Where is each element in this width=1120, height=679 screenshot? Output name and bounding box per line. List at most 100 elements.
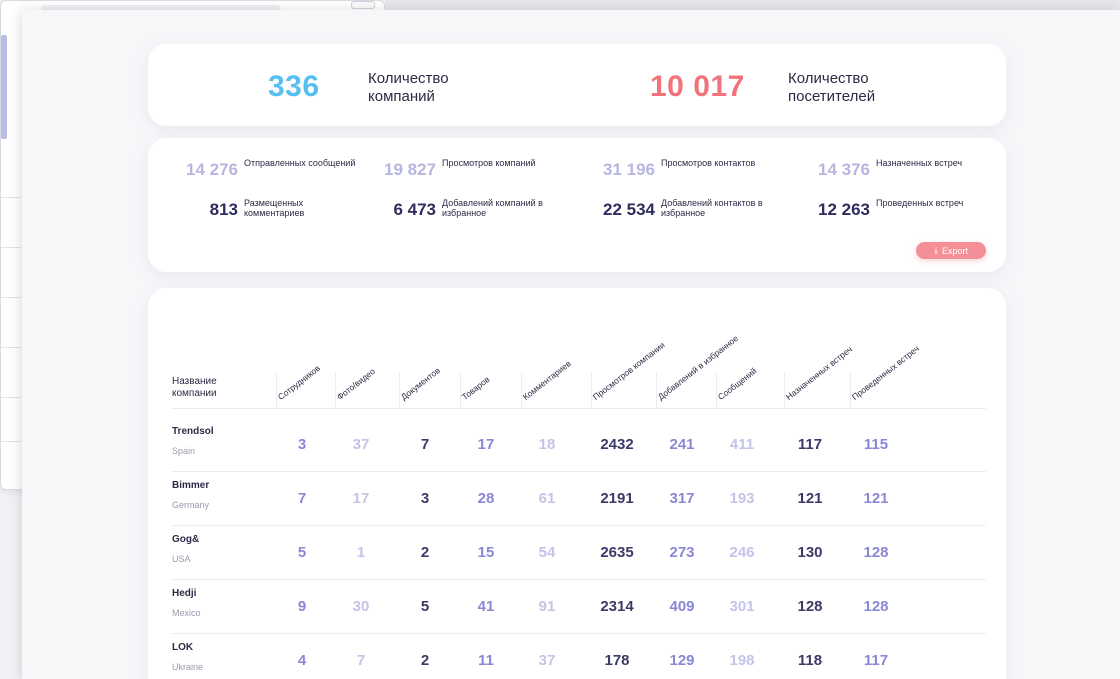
table-cell: 9: [297, 598, 307, 615]
table-cell: 17: [477, 436, 495, 453]
visitors-count: 10 017: [650, 70, 745, 103]
table-cell: 2432: [600, 436, 634, 453]
company-country: Ukraine: [172, 662, 204, 672]
table-cell: 2191: [600, 490, 634, 507]
background-window-active-item: [1, 35, 7, 139]
table-cell: 178: [604, 652, 630, 669]
table-cell: 37: [538, 652, 556, 669]
column-divider: [591, 372, 592, 408]
column-divider: [399, 372, 400, 408]
stat-label: Добавлений контактов в избранное: [661, 198, 763, 218]
column-divider: [460, 372, 461, 408]
table-cell: 37: [352, 436, 370, 453]
background-divider: [1, 297, 21, 298]
stat-value: 813: [209, 200, 238, 219]
column-divider: [656, 372, 657, 408]
stat-label: Просмотров контактов: [661, 158, 756, 168]
download-icon: ⤓: [934, 245, 938, 255]
company-country: Mexico: [172, 608, 201, 618]
table-cell: 121: [797, 490, 823, 507]
table-cell: 273: [669, 544, 695, 561]
background-divider: [1, 197, 21, 198]
company-country: Germany: [172, 500, 210, 510]
background-divider: [1, 347, 21, 348]
table-cell: 2635: [600, 544, 634, 561]
company-name: Bimmer: [172, 480, 210, 491]
table-cell: 246: [729, 544, 755, 561]
table-cell: 130: [797, 544, 823, 561]
table-cell: 11: [478, 652, 494, 669]
company-name: Gog&: [172, 534, 200, 545]
table-cell: 129: [669, 652, 695, 669]
table-cell: 241: [669, 436, 695, 453]
company-country: Spain: [172, 446, 196, 456]
table-cell: 198: [729, 652, 755, 669]
stat-value: 14 276: [186, 160, 238, 179]
table-row[interactable]: Trendsol Spain 3 37 7 17 18 2432 241 411 117 115: [172, 418, 986, 472]
table-cell: 128: [863, 544, 889, 561]
table-cell: 118: [797, 652, 823, 669]
table-cell: 41: [477, 598, 495, 615]
column-header[interactable]: Товаров: [460, 374, 492, 402]
stat-label: Назначенных встреч: [876, 158, 963, 168]
column-header[interactable]: Сотрудников: [276, 363, 322, 402]
table-cell: 409: [669, 598, 695, 615]
company-name: LOK: [172, 642, 194, 653]
table-cell: 117: [863, 652, 889, 669]
column-header[interactable]: Комментариев: [521, 358, 573, 402]
table-cell: 7: [420, 436, 430, 453]
companies-table-card: Название компании Сотрудников Фото/видео Д…: [148, 288, 1006, 679]
table-cell: 115: [863, 436, 889, 453]
column-divider: [335, 372, 336, 408]
stat-value: 22 534: [603, 200, 655, 219]
table-cell: 2: [420, 652, 430, 669]
stat-value: 6 473: [393, 200, 436, 219]
column-header[interactable]: Проведенных встреч: [850, 343, 921, 402]
table-row[interactable]: LOK Ukraine 4 7 2 11 37 178 129 198 118 117: [172, 634, 986, 679]
table-cell: 3: [297, 436, 307, 453]
activity-stats-card: 14 276 Отправленных сообщений 19 827 Про…: [148, 138, 1006, 272]
stat-value: 14 376: [818, 160, 870, 179]
table-cell: 3: [420, 490, 430, 507]
export-button[interactable]: ⤓ Export: [916, 242, 986, 259]
table-cell: 28: [477, 490, 495, 507]
stat-value: 31 196: [603, 160, 655, 179]
background-divider: [1, 441, 21, 442]
table-row[interactable]: Hedji Mexico 9 30 5 41 91 2314 409 301 128 128: [172, 580, 986, 634]
column-header[interactable]: Фото/видео: [335, 366, 377, 402]
column-header-company-name[interactable]: Название компании: [172, 376, 252, 400]
column-header[interactable]: Документов: [399, 365, 442, 402]
table-cell: 17: [352, 490, 370, 507]
table-cell: 91: [538, 598, 556, 615]
table-row[interactable]: Bimmer Germany 7 17 3 28 61 2191 317 193 121 121: [172, 472, 986, 526]
background-divider: [1, 247, 21, 248]
table-cell: 128: [797, 598, 823, 615]
table-row[interactable]: Gog& USA 5 1 2 15 54 2635 273 246 130 128: [172, 526, 986, 580]
company-name: Hedji: [172, 588, 197, 599]
column-divider: [716, 372, 717, 408]
table-cell: 2314: [600, 598, 634, 615]
table-cell: 15: [477, 544, 495, 561]
column-divider: [521, 372, 522, 408]
table-cell: 411: [729, 436, 755, 453]
column-header[interactable]: Назначенных встреч: [784, 344, 854, 402]
table-header-divider: [172, 408, 986, 409]
column-divider: [784, 372, 785, 408]
column-header[interactable]: Сообщений: [716, 366, 759, 402]
table-cell: 7: [297, 490, 307, 507]
stat-label: Добавлений компаний в избранное: [442, 198, 543, 218]
visitors-count-label: Количество посетителей: [788, 70, 876, 105]
column-divider: [850, 372, 851, 408]
table-cell: 30: [352, 598, 370, 615]
background-window-button: [351, 1, 375, 9]
summary-card: 336 Количество компаний 10 017 Количеств…: [148, 44, 1006, 126]
table-cell: 317: [669, 490, 695, 507]
table-cell: 54: [538, 544, 556, 561]
export-button-label: Export: [941, 245, 968, 256]
column-divider: [276, 372, 277, 408]
table-cell: 5: [420, 598, 430, 615]
companies-count-label: Количество компаний: [368, 70, 449, 105]
company-name: Trendsol: [172, 426, 214, 437]
table-cell: 61: [538, 490, 556, 507]
table-cell: 193: [729, 490, 755, 507]
